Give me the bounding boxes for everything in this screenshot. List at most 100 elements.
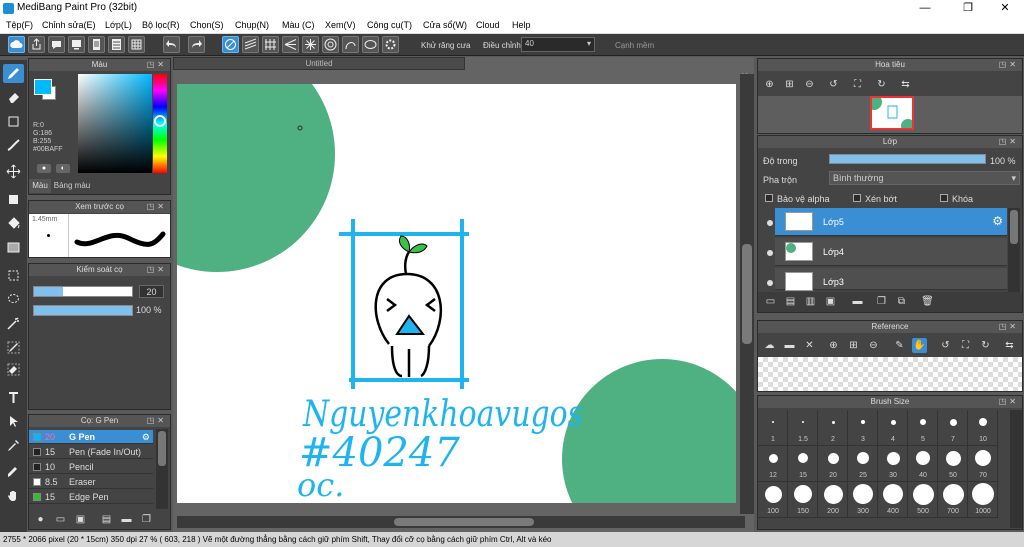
eyedropper-tool[interactable] bbox=[3, 436, 24, 455]
new-halftone-layer-icon[interactable]: ▤ bbox=[783, 294, 798, 309]
gradient-tool[interactable] bbox=[3, 238, 24, 257]
close-reference-icon[interactable]: ✕ bbox=[802, 338, 817, 353]
brush-size-cell[interactable]: 100 bbox=[758, 482, 788, 518]
adjust-select[interactable]: 40 ▾ bbox=[521, 37, 595, 52]
select-eraser-tool[interactable] bbox=[3, 360, 24, 379]
menu-layer[interactable]: Lớp(L) bbox=[105, 20, 132, 30]
magic-wand-tool[interactable] bbox=[3, 314, 24, 333]
reference-view[interactable] bbox=[758, 357, 1022, 391]
flip-icon[interactable]: ⇆ bbox=[898, 77, 913, 92]
menu-window[interactable]: Cửa sổ(W) bbox=[423, 20, 467, 30]
flip-icon[interactable]: ⇆ bbox=[1002, 338, 1017, 353]
visibility-icon[interactable] bbox=[767, 280, 773, 286]
brush-menu-icon[interactable]: ▣ bbox=[73, 512, 88, 527]
redo-button[interactable] bbox=[188, 36, 205, 53]
brush-size-input[interactable]: 20 bbox=[139, 285, 164, 298]
cross-snap-button[interactable] bbox=[262, 36, 279, 53]
brush-list-scrollbar[interactable] bbox=[156, 429, 168, 509]
new-8bit-layer-icon[interactable]: ▥ bbox=[803, 294, 818, 309]
brush-size-cell[interactable]: 700 bbox=[938, 482, 968, 518]
delete-layer-icon[interactable]: 🗑 bbox=[920, 294, 935, 309]
visibility-icon[interactable] bbox=[767, 250, 773, 256]
tab-palette[interactable]: Bảng màu bbox=[52, 179, 92, 193]
visibility-icon[interactable] bbox=[767, 220, 773, 226]
rotate-left-icon[interactable]: ↺ bbox=[938, 338, 953, 353]
hand-tool[interactable] bbox=[3, 486, 24, 505]
canvas-paper[interactable]: Nguyenkhoavugos #40247 oc. bbox=[177, 84, 736, 503]
brush-opacity-slider[interactable] bbox=[33, 305, 133, 316]
brush-size-cell[interactable]: 40 bbox=[908, 446, 938, 482]
menu-color[interactable]: Màu (C) bbox=[282, 20, 315, 30]
shape-fill-tool[interactable] bbox=[3, 190, 24, 209]
brush-size-cell[interactable]: 50 bbox=[938, 446, 968, 482]
open-folder-icon[interactable]: ▬ bbox=[782, 338, 797, 353]
panel-controls-icon[interactable]: ◳✕ bbox=[999, 321, 1019, 333]
brush-size-cell[interactable]: 1000 bbox=[968, 482, 998, 518]
panel-controls-icon[interactable]: ◳✕ bbox=[147, 59, 167, 71]
blend-select[interactable]: Bình thường ▾ bbox=[829, 171, 1020, 185]
vanishing-snap-button[interactable] bbox=[282, 36, 299, 53]
dot-tool[interactable] bbox=[3, 112, 24, 131]
brush-size-cell[interactable]: 30 bbox=[878, 446, 908, 482]
layer-folder-icon[interactable]: ▬ bbox=[850, 294, 865, 309]
panel-controls-icon[interactable]: ◳✕ bbox=[999, 396, 1019, 408]
panel-controls-icon[interactable]: ◳✕ bbox=[999, 59, 1019, 71]
brush-size-cell[interactable]: 3 bbox=[848, 410, 878, 446]
brush-list-scroll-thumb[interactable] bbox=[158, 431, 166, 466]
menu-edit[interactable]: Chỉnh sửa(E) bbox=[42, 20, 96, 30]
ellipse-snap-button[interactable] bbox=[362, 36, 379, 53]
rotate-right-icon[interactable]: ↻ bbox=[978, 338, 993, 353]
text-tool[interactable] bbox=[3, 388, 24, 407]
rotate-right-icon[interactable]: ↻ bbox=[874, 77, 889, 92]
lasso-tool[interactable] bbox=[3, 290, 24, 309]
panel-controls-icon[interactable]: ◳✕ bbox=[999, 136, 1019, 148]
brush-item[interactable]: 15 Pen (Fade In/Out) bbox=[29, 445, 153, 459]
brush-size-cell[interactable]: 7 bbox=[938, 410, 968, 446]
close-button[interactable]: ✕ bbox=[985, 0, 1024, 17]
menu-cloud[interactable]: Cloud bbox=[476, 20, 500, 30]
brush-size-cell[interactable]: 400 bbox=[878, 482, 908, 518]
brush-item[interactable]: 8.5 Eraser bbox=[29, 475, 153, 489]
radial-snap-button[interactable] bbox=[302, 36, 319, 53]
no-snap-button[interactable] bbox=[222, 36, 239, 53]
duplicate-layer-icon[interactable]: ❐ bbox=[874, 294, 889, 309]
layer-row[interactable]: Lớp4 bbox=[775, 238, 1007, 266]
brush-size-cell[interactable]: 150 bbox=[788, 482, 818, 518]
blur-tool[interactable] bbox=[3, 136, 24, 155]
menu-help[interactable]: Help bbox=[512, 20, 531, 30]
layer-scrollbar[interactable] bbox=[1008, 208, 1020, 292]
layer-row[interactable]: Lớp3 bbox=[775, 268, 1007, 291]
layer-opacity-slider[interactable] bbox=[829, 154, 986, 164]
brush-size-cell[interactable]: 300 bbox=[848, 482, 878, 518]
canvas-vertical-scrollbar[interactable] bbox=[740, 74, 754, 514]
operation-tool[interactable] bbox=[3, 412, 24, 431]
zoom-in-icon[interactable]: ⊕ bbox=[762, 77, 777, 92]
brush-size-cell[interactable]: 15 bbox=[788, 446, 818, 482]
zoom-in-icon[interactable]: ⊕ bbox=[826, 338, 841, 353]
menu-view[interactable]: Xem(V) bbox=[325, 20, 356, 30]
brush-folder-icon[interactable]: ▬ bbox=[119, 512, 134, 527]
eraser-tool[interactable] bbox=[3, 88, 24, 107]
maximize-button[interactable]: ❐ bbox=[948, 0, 988, 17]
menu-file[interactable]: Tệp(F) bbox=[6, 20, 33, 30]
brush-size-cell[interactable]: 2 bbox=[818, 410, 848, 446]
add-brush-icon[interactable]: ● bbox=[33, 512, 48, 527]
rotate-left-icon[interactable]: ↺ bbox=[826, 77, 841, 92]
list-button[interactable] bbox=[108, 36, 125, 53]
canvas-horizontal-scrollbar[interactable] bbox=[177, 516, 745, 528]
curve-snap-button[interactable] bbox=[342, 36, 359, 53]
brush-size-cell[interactable]: 1 bbox=[758, 410, 788, 446]
brush-size-cell[interactable]: 500 bbox=[908, 482, 938, 518]
panel-controls-icon[interactable]: ◳✕ bbox=[147, 201, 167, 213]
menu-filter[interactable]: Bộ lọc(R) bbox=[142, 20, 180, 30]
grid-button[interactable] bbox=[128, 36, 145, 53]
panel-controls-icon[interactable]: ◳✕ bbox=[147, 415, 167, 427]
brush-size-scrollbar[interactable] bbox=[1010, 410, 1022, 528]
circle-snap-button[interactable] bbox=[322, 36, 339, 53]
brush-size-cell[interactable]: 10 bbox=[968, 410, 998, 446]
layer-scroll-thumb[interactable] bbox=[1010, 210, 1018, 244]
comment-button[interactable] bbox=[48, 36, 65, 53]
horizontal-scroll-thumb[interactable] bbox=[394, 518, 534, 526]
tab-color[interactable]: Màu bbox=[29, 179, 51, 193]
menu-capture[interactable]: Chụp(N) bbox=[235, 20, 269, 30]
